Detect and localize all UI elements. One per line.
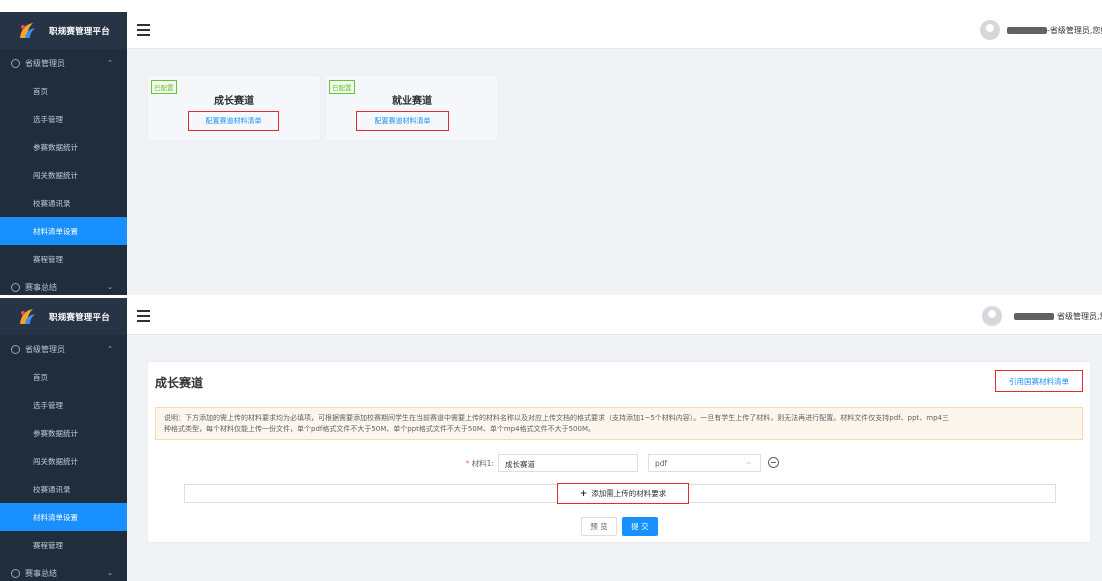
menu-toggle-icon[interactable]: [137, 310, 150, 322]
plus-icon: +: [579, 488, 588, 499]
logo-icon: [20, 308, 35, 324]
sidebar-item-home[interactable]: 首页: [0, 363, 127, 391]
required-mark: *: [465, 459, 470, 468]
sidebar-item-level-stats[interactable]: 闯关数据统计: [0, 447, 127, 475]
app-title: 职规赛管理平台: [49, 26, 110, 37]
sidebar-item-contestants[interactable]: 选手管理: [0, 105, 127, 133]
main-content: 成长赛道 引用国赛材料清单 说明：下方添加的需上传的材料要求均为必填项，可根据需…: [147, 361, 1091, 543]
sidebar-item-contacts[interactable]: 校赛通讯录: [0, 189, 127, 217]
sidebar: 职规赛管理平台 省级管理员 ⌃ 首页 选手管理 参赛数据统计 闯关数据统计 校赛…: [0, 298, 127, 581]
logo-bar: 职规赛管理平台: [0, 298, 127, 335]
sidebar-item-schedule[interactable]: 赛程管理: [0, 245, 127, 273]
user-greeting: -省级管理员,您好: [1047, 26, 1102, 35]
sidebar-group-label: 省级管理员: [25, 58, 65, 68]
notice-text-line2: 种格式类型，每个材料仅能上传一份文件，单个pdf格式文件不大于50M、单个ppt…: [164, 425, 595, 433]
sidebar-group-label: 赛事总结: [25, 282, 57, 292]
sidebar-item-level-stats[interactable]: 闯关数据统计: [0, 161, 127, 189]
sidebar-item-contacts[interactable]: 校赛通讯录: [0, 475, 127, 503]
menu-toggle-icon[interactable]: [137, 24, 150, 36]
sidebar-group-admin[interactable]: 省级管理员 ⌃: [0, 335, 127, 363]
header: 省级管理员,您好: [127, 298, 1102, 335]
gear-icon: [11, 58, 20, 68]
user-greeting: 省级管理员,您好: [1057, 312, 1102, 321]
sidebar-item-material-list[interactable]: 材料清单设置: [0, 217, 127, 245]
gear-icon: [11, 344, 20, 354]
add-material-label: 添加需上传的材料要求: [591, 489, 667, 498]
sidebar-group-admin[interactable]: 省级管理员 ⌃: [0, 49, 127, 77]
masked-username: [1014, 313, 1054, 320]
configure-materials-link[interactable]: 配置赛道材料清单: [188, 111, 279, 131]
sidebar-item-contestants[interactable]: 选手管理: [0, 391, 127, 419]
sidebar-group-label: 省级管理员: [25, 344, 65, 354]
sidebar-group-summary[interactable]: 赛事总结 ⌄: [0, 559, 127, 581]
header: -省级管理员,您好: [127, 12, 1102, 49]
track-title: 成长赛道: [214, 96, 254, 107]
gear-icon: [11, 282, 20, 292]
sidebar-item-material-list[interactable]: 材料清单设置: [0, 503, 127, 531]
chevron-down-icon: ⌄: [107, 283, 113, 291]
notice-box: 说明：下方添加的需上传的材料要求均为必填项，可根据需要添加校赛期间学生在当前赛道…: [155, 407, 1083, 440]
preview-button[interactable]: 预 览: [581, 517, 617, 536]
gear-icon: [11, 568, 20, 578]
configure-materials-link[interactable]: 配置赛道材料清单: [356, 111, 449, 131]
track-title: 就业赛道: [392, 96, 432, 107]
sidebar-group-label: 赛事总结: [25, 568, 57, 578]
sidebar-item-participation-stats[interactable]: 参赛数据统计: [0, 419, 127, 447]
add-material-button[interactable]: + 添加需上传的材料要求: [557, 483, 689, 504]
material-name-input[interactable]: 成长赛道: [498, 454, 638, 472]
sidebar-group-summary[interactable]: 赛事总结 ⌄: [0, 273, 127, 295]
format-value: pdf: [655, 459, 668, 468]
page-title: 成长赛道: [155, 376, 204, 390]
chevron-down-icon: ⌄: [745, 457, 752, 466]
reference-national-list-button[interactable]: 引用国赛材料清单: [995, 370, 1083, 392]
material-label: * 材料1:: [428, 458, 494, 469]
app-title: 职规赛管理平台: [49, 312, 110, 323]
track-list-screen: 职规赛管理平台 省级管理员 ⌃ 首页 选手管理 参赛数据统计 闯关数据统计 校赛…: [0, 12, 1102, 295]
avatar[interactable]: [982, 306, 1002, 326]
chevron-up-icon: ⌃: [107, 59, 113, 67]
material-label-text: 材料1:: [471, 459, 494, 468]
sidebar-item-participation-stats[interactable]: 参赛数据统计: [0, 133, 127, 161]
track-card-employment: 已配置 就业赛道 配置赛道材料清单: [325, 75, 499, 141]
material-format-select[interactable]: pdf ⌄: [648, 454, 761, 472]
notice-text-line1: 说明：下方添加的需上传的材料要求均为必填项，可根据需要添加校赛期间学生在当前赛道…: [164, 414, 949, 422]
track-card-growth: 已配置 成长赛道 配置赛道材料清单: [147, 75, 321, 141]
material-row: * 材料1: 成长赛道 pdf ⌄: [148, 454, 1090, 472]
avatar[interactable]: [980, 20, 1000, 40]
sidebar-item-schedule[interactable]: 赛程管理: [0, 531, 127, 559]
logo-bar: 职规赛管理平台: [0, 12, 127, 49]
submit-button[interactable]: 提 交: [622, 517, 658, 536]
material-config-screen: 职规赛管理平台 省级管理员 ⌃ 首页 选手管理 参赛数据统计 闯关数据统计 校赛…: [0, 298, 1102, 581]
masked-username: [1007, 27, 1047, 34]
remove-circle-icon[interactable]: [768, 457, 779, 468]
chevron-up-icon: ⌃: [107, 345, 113, 353]
chevron-down-icon: ⌄: [107, 569, 113, 577]
sidebar-item-home[interactable]: 首页: [0, 77, 127, 105]
logo-icon: [20, 22, 35, 38]
sidebar: 职规赛管理平台 省级管理员 ⌃ 首页 选手管理 参赛数据统计 闯关数据统计 校赛…: [0, 12, 127, 295]
